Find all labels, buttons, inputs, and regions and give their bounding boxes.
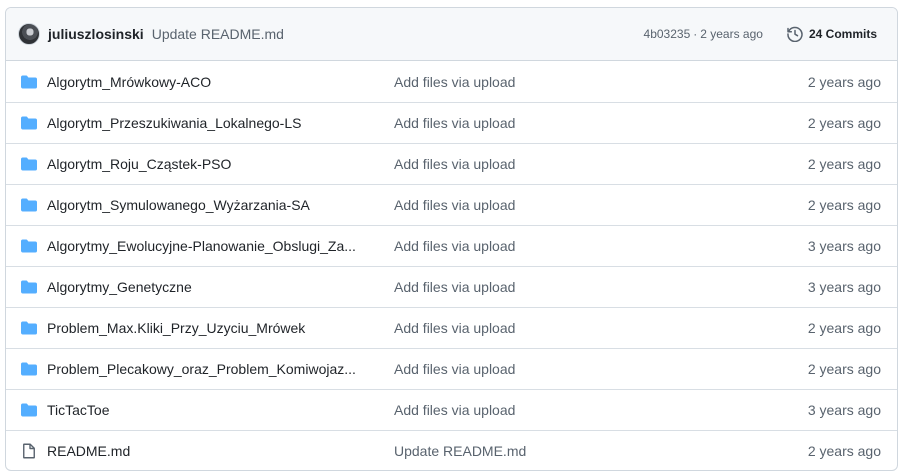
row-commit-message-link[interactable]: Add files via upload	[394, 115, 515, 131]
row-name-link[interactable]: README.md	[47, 443, 377, 459]
history-icon	[787, 26, 803, 42]
row-commit-message-link[interactable]: Add files via upload	[394, 74, 515, 90]
folder-icon	[21, 156, 37, 172]
folder-row[interactable]: Algorytmy_Genetyczne Add files via upload…	[6, 266, 897, 307]
row-commit-age: 3 years ago	[807, 238, 881, 254]
commits-count-label: 24 Commits	[808, 27, 877, 41]
folder-row[interactable]: Algorytmy_Ewolucyjne-Planowanie_Obslugi_…	[6, 225, 897, 266]
latest-commit-message[interactable]: Update README.md	[152, 26, 284, 42]
folder-row[interactable]: Algorytm_Symulowanego_Wyżarzania-SA Add f…	[6, 184, 897, 225]
file-table: juliuszlosinski Update README.md 4b03235…	[5, 7, 898, 471]
file-row[interactable]: README.md Update README.md 2 years ago	[6, 430, 897, 470]
latest-commit-header: juliuszlosinski Update README.md 4b03235…	[6, 8, 897, 61]
row-commit-message-link[interactable]: Add files via upload	[394, 238, 515, 254]
folder-row[interactable]: Algorytm_Roju_Cząstek-PSO Add files via u…	[6, 143, 897, 184]
folder-row[interactable]: Problem_Plecakowy_oraz_Problem_Komiwojaz…	[6, 348, 897, 389]
commit-hash[interactable]: 4b03235	[644, 27, 691, 41]
row-commit-age: 2 years ago	[807, 115, 881, 131]
row-commit-message-link[interactable]: Update README.md	[394, 443, 526, 459]
author-avatar[interactable]	[18, 23, 40, 45]
folder-icon	[21, 320, 37, 336]
row-name-link[interactable]: Algorytmy_Genetyczne	[47, 279, 377, 295]
row-commit-age: 2 years ago	[807, 197, 881, 213]
row-name-link[interactable]: Algorytm_Mrówkowy-ACO	[47, 74, 377, 90]
folder-icon	[21, 115, 37, 131]
row-commit-message-link[interactable]: Add files via upload	[394, 361, 515, 377]
row-commit-message-link[interactable]: Add files via upload	[394, 279, 515, 295]
row-commit-age: 2 years ago	[807, 443, 881, 459]
row-commit-age: 2 years ago	[807, 156, 881, 172]
row-name-link[interactable]: Algorytm_Przeszukiwania_Lokalnego-LS	[47, 115, 377, 131]
row-commit-age: 2 years ago	[807, 320, 881, 336]
folder-row[interactable]: Problem_Max.Kliki_Przy_Uzyciu_Mrówek Add …	[6, 307, 897, 348]
row-commit-message-link[interactable]: Add files via upload	[394, 156, 515, 172]
folder-row[interactable]: Algorytm_Przeszukiwania_Lokalnego-LS Add …	[6, 102, 897, 143]
folder-icon	[21, 279, 37, 295]
row-name-link[interactable]: Algorytm_Symulowanego_Wyżarzania-SA	[47, 197, 377, 213]
folder-icon	[21, 238, 37, 254]
row-name-link[interactable]: TicTacToe	[47, 402, 377, 418]
row-commit-message-link[interactable]: Add files via upload	[394, 197, 515, 213]
file-icon	[21, 443, 37, 459]
meta-separator: ·	[693, 27, 698, 41]
row-name-link[interactable]: Algorytm_Roju_Cząstek-PSO	[47, 156, 377, 172]
folder-icon	[21, 361, 37, 377]
row-name-link[interactable]: Problem_Max.Kliki_Przy_Uzyciu_Mrówek	[47, 320, 377, 336]
row-commit-age: 2 years ago	[807, 361, 881, 377]
folder-row[interactable]: Algorytm_Mrówkowy-ACO Add files via uploa…	[6, 61, 897, 102]
author-link[interactable]: juliuszlosinski	[48, 26, 144, 42]
row-commit-age: 3 years ago	[807, 279, 881, 295]
folder-row[interactable]: TicTacToe Add files via upload 3 years ago	[6, 389, 897, 430]
commit-age: 2 years ago	[700, 27, 763, 41]
file-list: Algorytm_Mrówkowy-ACO Add files via uploa…	[6, 61, 897, 470]
folder-icon	[21, 402, 37, 418]
row-commit-message-link[interactable]: Add files via upload	[394, 320, 515, 336]
folder-icon	[21, 197, 37, 213]
row-commit-message-link[interactable]: Add files via upload	[394, 402, 515, 418]
row-commit-age: 3 years ago	[807, 402, 881, 418]
commit-meta: 4b03235 · 2 years ago	[644, 27, 763, 41]
row-name-link[interactable]: Algorytmy_Ewolucyjne-Planowanie_Obslugi_…	[47, 238, 377, 254]
commits-history-button[interactable]: 24 Commits	[779, 22, 885, 46]
row-commit-age: 2 years ago	[807, 73, 881, 90]
row-name-link[interactable]: Problem_Plecakowy_oraz_Problem_Komiwojaz…	[47, 361, 377, 377]
folder-icon	[21, 74, 37, 90]
